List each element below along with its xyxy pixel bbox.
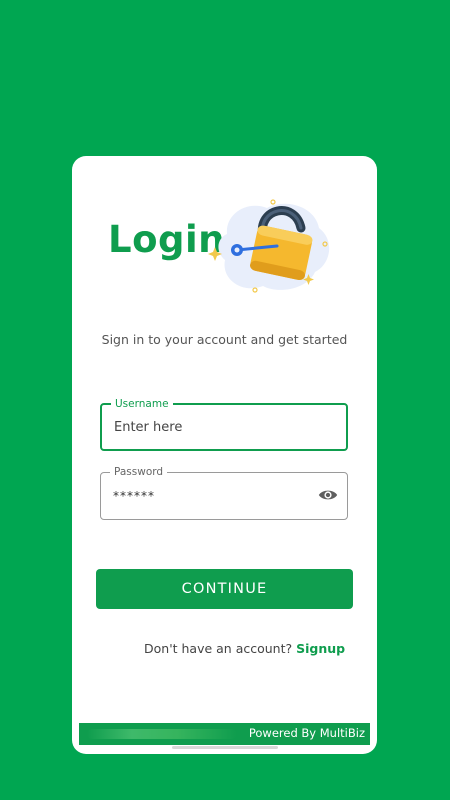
signup-link[interactable]: Signup [296, 641, 345, 656]
password-field[interactable]: Password [100, 465, 348, 520]
password-input[interactable] [113, 473, 313, 519]
continue-button[interactable]: CONTINUE [96, 569, 353, 609]
login-screen: Login Sign in to your account and get st… [0, 0, 450, 800]
padlock-with-key-icon [208, 199, 330, 293]
username-field[interactable]: Username [100, 397, 348, 451]
powered-by-text: Powered By MultiBiz [248, 726, 365, 740]
signup-prompt: Don't have an account? [144, 641, 293, 656]
username-input[interactable] [114, 405, 314, 449]
signup-prompt-row: Don't have an account? Signup [144, 641, 345, 656]
home-indicator [172, 746, 278, 749]
footer-decoration [87, 729, 237, 739]
eye-icon[interactable] [318, 487, 338, 503]
footer-bar: Powered By MultiBiz [79, 723, 370, 745]
login-subtitle: Sign in to your account and get started [101, 332, 348, 347]
login-card: Login Sign in to your account and get st… [72, 156, 377, 754]
